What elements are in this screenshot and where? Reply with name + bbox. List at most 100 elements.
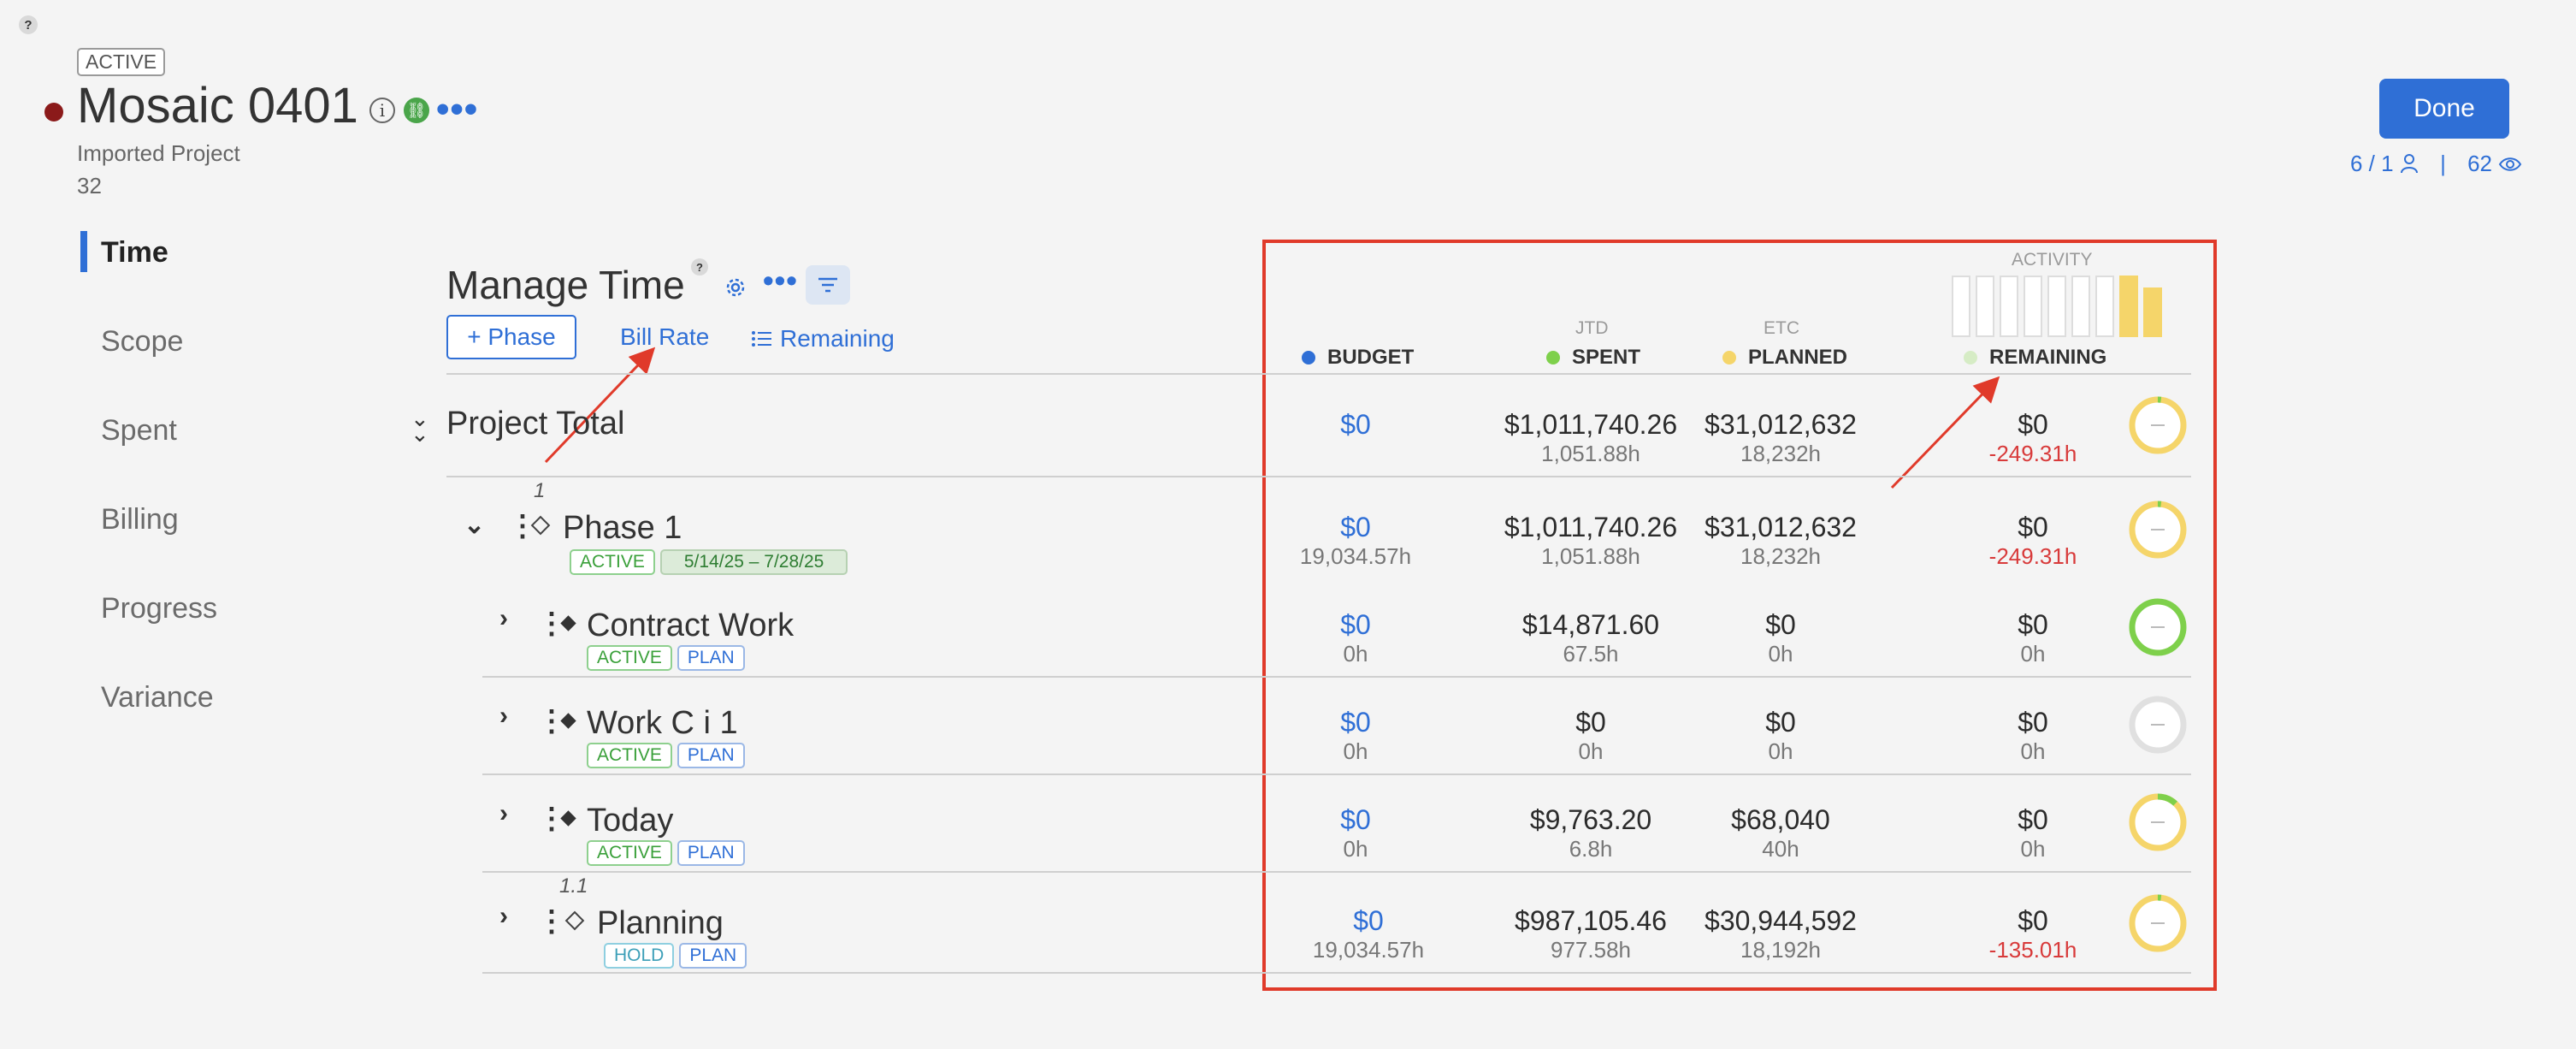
row-name-work-c-i-1[interactable]: Work C i 1: [587, 705, 738, 742]
remaining-dot: [1964, 351, 1977, 364]
row-budget-hours: 19,034.57h: [1299, 543, 1412, 569]
row-number: 1: [534, 479, 546, 502]
row-planned: $31,012,632: [1705, 512, 1857, 542]
chevron-down-icon[interactable]: ⌄: [464, 510, 485, 540]
row-remaining: $0: [2018, 707, 2048, 738]
row-plan-badge[interactable]: PLAN: [676, 743, 745, 768]
row-spent-hours: 977.58h: [1551, 937, 1631, 963]
row-status-badge[interactable]: ACTIVE: [570, 549, 655, 575]
row-budget-hours: 0h: [1343, 836, 1368, 862]
row-planned-hours: 18,192h: [1740, 937, 1821, 963]
row-status-badge[interactable]: ACTIVE: [587, 743, 672, 768]
spent-sublabel: JTD: [1575, 318, 1609, 338]
row-planned-hours: 40h: [1762, 836, 1799, 862]
row-spent: $9,763.20: [1529, 804, 1652, 835]
row-status-badge[interactable]: ACTIVE: [587, 645, 672, 671]
row-status-badge[interactable]: ACTIVE: [587, 840, 672, 866]
chevron-right-icon[interactable]: ›: [499, 902, 508, 931]
progress-ring-icon[interactable]: [2128, 597, 2188, 657]
planned-dot: [1722, 351, 1736, 364]
activity-bar: [2047, 276, 2066, 337]
row-name-planning[interactable]: Planning: [597, 905, 724, 942]
row-name-phase-1[interactable]: Phase 1: [563, 510, 682, 547]
activity-bar: [2024, 276, 2042, 337]
row-divider: [482, 871, 2191, 873]
total-budget[interactable]: $0: [1266, 409, 1445, 441]
row-divider: [482, 972, 2191, 974]
activity-bar: [2095, 276, 2114, 337]
activity-bar-fill: [2143, 287, 2162, 337]
activity-bar-fill: [2119, 276, 2138, 337]
project-total-label: Project Total: [446, 406, 625, 442]
row-budget[interactable]: $0: [1266, 707, 1445, 738]
activity-bar: [1952, 276, 1970, 337]
row-planned: $30,944,592: [1705, 905, 1857, 936]
chevron-right-icon[interactable]: ›: [499, 799, 508, 828]
row-spent: $987,105.46: [1515, 905, 1667, 936]
row-budget[interactable]: $0: [1266, 512, 1445, 543]
row-planned-hours: 18,232h: [1740, 543, 1821, 569]
row-status-badge[interactable]: HOLD: [604, 943, 675, 969]
row-budget-hours: 19,034.57h: [1312, 937, 1425, 963]
row-spent-hours: 1,051.88h: [1541, 543, 1640, 569]
column-spent[interactable]: SPENT: [1546, 346, 1640, 370]
total-planned-hours: 18,232h: [1740, 441, 1821, 466]
row-remaining: $0: [2018, 512, 2048, 542]
chevron-right-icon[interactable]: ›: [499, 604, 508, 633]
progress-ring-icon[interactable]: [2128, 500, 2188, 560]
row-remaining: $0: [2018, 804, 2048, 835]
progress-ring-icon[interactable]: [2128, 792, 2188, 852]
collapse-all-icon[interactable]: ⌄ ⌄: [411, 407, 429, 445]
total-planned: $31,012,632: [1705, 409, 1857, 440]
activity-bar: [2000, 276, 2018, 337]
row-planned: $0: [1765, 707, 1796, 738]
row-planned-hours: 0h: [1768, 738, 1793, 764]
row-name-contract-work[interactable]: Contract Work: [587, 607, 794, 644]
row-budget[interactable]: $0: [1266, 804, 1445, 836]
row-remaining-hours: 0h: [2020, 836, 2046, 862]
row-spent-hours: 67.5h: [1563, 641, 1619, 667]
row-budget-hours: 0h: [1343, 738, 1368, 764]
row-planned-hours: 0h: [1768, 641, 1793, 667]
activity-label: ACTIVITY: [2012, 250, 2093, 270]
row-remaining-hours: -135.01h: [1988, 937, 2077, 963]
header-divider: [446, 373, 2191, 375]
planned-sublabel: ETC: [1764, 318, 1799, 338]
activity-bar: [2143, 276, 2162, 337]
row-divider: [482, 676, 2191, 678]
row-spent-hours: 0h: [1578, 738, 1604, 764]
row-remaining: $0: [2018, 905, 2048, 936]
row-remaining-hours: -249.31h: [1988, 543, 2077, 569]
row-remaining: $0: [2018, 609, 2048, 640]
column-remaining[interactable]: REMAINING: [1964, 346, 2106, 370]
row-budget[interactable]: $0: [1266, 609, 1445, 641]
column-budget[interactable]: BUDGET: [1302, 346, 1414, 370]
total-remaining-hours: -249.31h: [1988, 441, 2077, 466]
row-menu-icon[interactable]: ⋮: [537, 907, 566, 936]
chevron-right-icon[interactable]: ›: [499, 702, 508, 731]
total-remaining: $0: [2018, 409, 2048, 440]
progress-ring-icon[interactable]: [2128, 395, 2188, 455]
row-planned: $0: [1765, 609, 1796, 640]
row-budget[interactable]: $0: [1266, 905, 1471, 937]
total-spent: $1,011,740.26: [1504, 409, 1678, 440]
row-plan-badge[interactable]: PLAN: [679, 943, 747, 969]
column-planned[interactable]: PLANNED: [1722, 346, 1847, 370]
row-plan-badge[interactable]: PLAN: [676, 840, 745, 866]
activity-bar: [2071, 276, 2090, 337]
row-number: 1.1: [559, 874, 588, 898]
row-plan-badge[interactable]: PLAN: [676, 645, 745, 671]
row-remaining-hours: 0h: [2020, 641, 2046, 667]
row-planned: $68,040: [1731, 804, 1830, 835]
total-spent-hours: 1,051.88h: [1541, 441, 1640, 466]
total-divider: [446, 476, 2191, 477]
row-name-today[interactable]: Today: [587, 803, 673, 839]
progress-ring-icon[interactable]: [2128, 893, 2188, 953]
row-date-range[interactable]: 5/14/25 – 7/28/25: [659, 549, 848, 575]
spent-dot: [1546, 351, 1560, 364]
activity-bar: [2119, 276, 2138, 337]
row-budget-hours: 0h: [1343, 641, 1368, 667]
progress-ring-icon[interactable]: [2128, 695, 2188, 755]
activity-chart: [1952, 272, 2162, 337]
row-spent: $14,871.60: [1521, 609, 1660, 640]
